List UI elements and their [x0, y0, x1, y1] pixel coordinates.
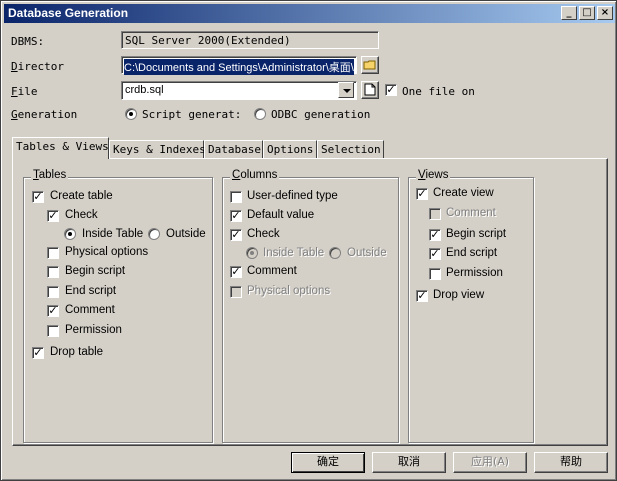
script-generation-label: Script generat:: [142, 108, 242, 121]
cancel-button[interactable]: 取消: [372, 452, 446, 473]
checkmark-icon: ✓: [231, 228, 241, 241]
director-label: Director: [11, 60, 64, 73]
close-button[interactable]: ×: [597, 6, 613, 20]
column-check-label: Check: [247, 228, 280, 240]
one-file-checkbox[interactable]: ✓: [385, 84, 397, 96]
dbms-field: SQL Server 2000(Extended): [121, 31, 379, 49]
director-value: C:\Documents and Settings\Administrator\…: [124, 59, 354, 75]
checkmark-icon: ✓: [231, 265, 241, 278]
checkmark-icon: ✓: [417, 289, 427, 302]
view-comment-label: Comment: [446, 207, 496, 219]
tab-database[interactable]: Database: [204, 140, 263, 159]
physical-options-checkbox[interactable]: [47, 247, 59, 259]
view-end-script-checkbox[interactable]: ✓: [429, 248, 441, 260]
column-comment-label: Comment: [247, 265, 297, 277]
checkmark-icon: ✓: [386, 83, 396, 96]
checkmark-icon: ✓: [48, 304, 58, 317]
director-input[interactable]: C:\Documents and Settings\Administrator\…: [121, 56, 357, 75]
column-check-checkbox[interactable]: ✓: [230, 229, 242, 241]
tab-selection[interactable]: Selection: [317, 140, 384, 159]
table-check-inside-radio[interactable]: [64, 228, 76, 240]
minimize-button[interactable]: _: [561, 6, 577, 20]
user-defined-type-label: User-defined type: [247, 190, 338, 202]
checkmark-icon: ✓: [231, 209, 241, 222]
table-permission-label: Permission: [65, 324, 122, 336]
table-check-inside-label: Inside Table: [82, 228, 144, 240]
table-begin-script-checkbox[interactable]: [47, 266, 59, 278]
create-table-label: Create table: [50, 190, 113, 202]
title-bar[interactable]: Database Generation _ □ ×: [4, 4, 615, 23]
default-value-label: Default value: [247, 209, 315, 221]
help-button[interactable]: 帮助: [534, 452, 608, 473]
view-comment-checkbox: [429, 208, 441, 220]
dbms-value: SQL Server 2000(Extended): [125, 34, 291, 47]
tables-group-title: Tables: [31, 169, 69, 181]
ok-button[interactable]: 确定: [291, 452, 365, 473]
column-check-inside-label: Inside Table: [263, 247, 325, 259]
checkmark-icon: ✓: [430, 247, 440, 260]
chevron-down-icon[interactable]: [338, 82, 354, 98]
folder-icon: [363, 60, 376, 70]
column-physical-options-checkbox: [230, 286, 242, 298]
checkmark-icon: ✓: [48, 209, 58, 222]
table-check-outside-radio[interactable]: [148, 228, 160, 240]
file-label: File: [11, 85, 38, 98]
column-check-outside-radio: [329, 247, 341, 259]
window-title: Database Generation: [8, 6, 129, 20]
table-end-script-checkbox[interactable]: [47, 286, 59, 298]
dbms-label: DBMS:: [11, 35, 45, 48]
odbc-generation-radio[interactable]: [254, 108, 266, 120]
document-icon: [364, 83, 376, 96]
column-comment-checkbox[interactable]: ✓: [230, 266, 242, 278]
view-end-script-label: End script: [446, 247, 498, 259]
checkmark-icon: ✓: [33, 346, 43, 359]
tab-tables-views[interactable]: Tables & Views: [12, 137, 109, 159]
checkmark-icon: ✓: [417, 187, 427, 200]
script-generation-radio[interactable]: [125, 108, 137, 120]
table-check-outside-label: Outside: [166, 228, 206, 240]
drop-view-checkbox[interactable]: ✓: [416, 290, 428, 302]
table-comment-checkbox[interactable]: ✓: [47, 305, 59, 317]
table-comment-label: Comment: [65, 304, 115, 316]
view-permission-checkbox[interactable]: [429, 268, 441, 280]
edit-file-button[interactable]: [361, 81, 379, 99]
dialog-window: Database Generation _ □ × DBMS: SQL Serv…: [0, 0, 617, 481]
create-table-checkbox[interactable]: ✓: [32, 191, 44, 203]
column-check-outside-label: Outside: [347, 247, 387, 259]
file-value: crdb.sql: [125, 84, 164, 96]
views-group-title: Views: [416, 169, 451, 181]
column-check-inside-radio: [246, 247, 258, 259]
create-view-checkbox[interactable]: ✓: [416, 188, 428, 200]
view-permission-label: Permission: [446, 267, 503, 279]
checkmark-icon: ✓: [33, 190, 43, 203]
odbc-generation-label: ODBC generation: [271, 108, 371, 121]
one-file-label: One file on: [402, 85, 475, 98]
table-check-checkbox[interactable]: ✓: [47, 210, 59, 222]
column-physical-options-label: Physical options: [247, 285, 331, 297]
table-permission-checkbox[interactable]: [47, 325, 59, 337]
default-value-checkbox[interactable]: ✓: [230, 210, 242, 222]
checkmark-icon: ✓: [430, 228, 440, 241]
columns-group-title: Columns: [230, 169, 280, 181]
table-end-script-label: End script: [65, 285, 117, 297]
browse-folder-button[interactable]: [361, 56, 379, 74]
table-check-label: Check: [65, 209, 98, 221]
tab-keys-indexes[interactable]: Keys & Indexes: [109, 140, 206, 159]
drop-table-checkbox[interactable]: ✓: [32, 347, 44, 359]
user-defined-type-checkbox[interactable]: [230, 191, 242, 203]
maximize-button[interactable]: □: [579, 6, 595, 20]
physical-options-label: Physical options: [65, 246, 149, 258]
table-begin-script-label: Begin script: [65, 265, 126, 277]
file-combobox[interactable]: crdb.sql: [121, 81, 357, 100]
view-begin-script-checkbox[interactable]: ✓: [429, 229, 441, 241]
drop-table-label: Drop table: [50, 346, 104, 358]
create-view-label: Create view: [433, 187, 494, 199]
tab-options[interactable]: Options: [263, 140, 317, 159]
view-begin-script-label: Begin script: [446, 228, 507, 240]
drop-view-label: Drop view: [433, 289, 485, 301]
apply-button: 应用(A): [453, 452, 527, 473]
generation-label: Generation: [11, 108, 78, 121]
